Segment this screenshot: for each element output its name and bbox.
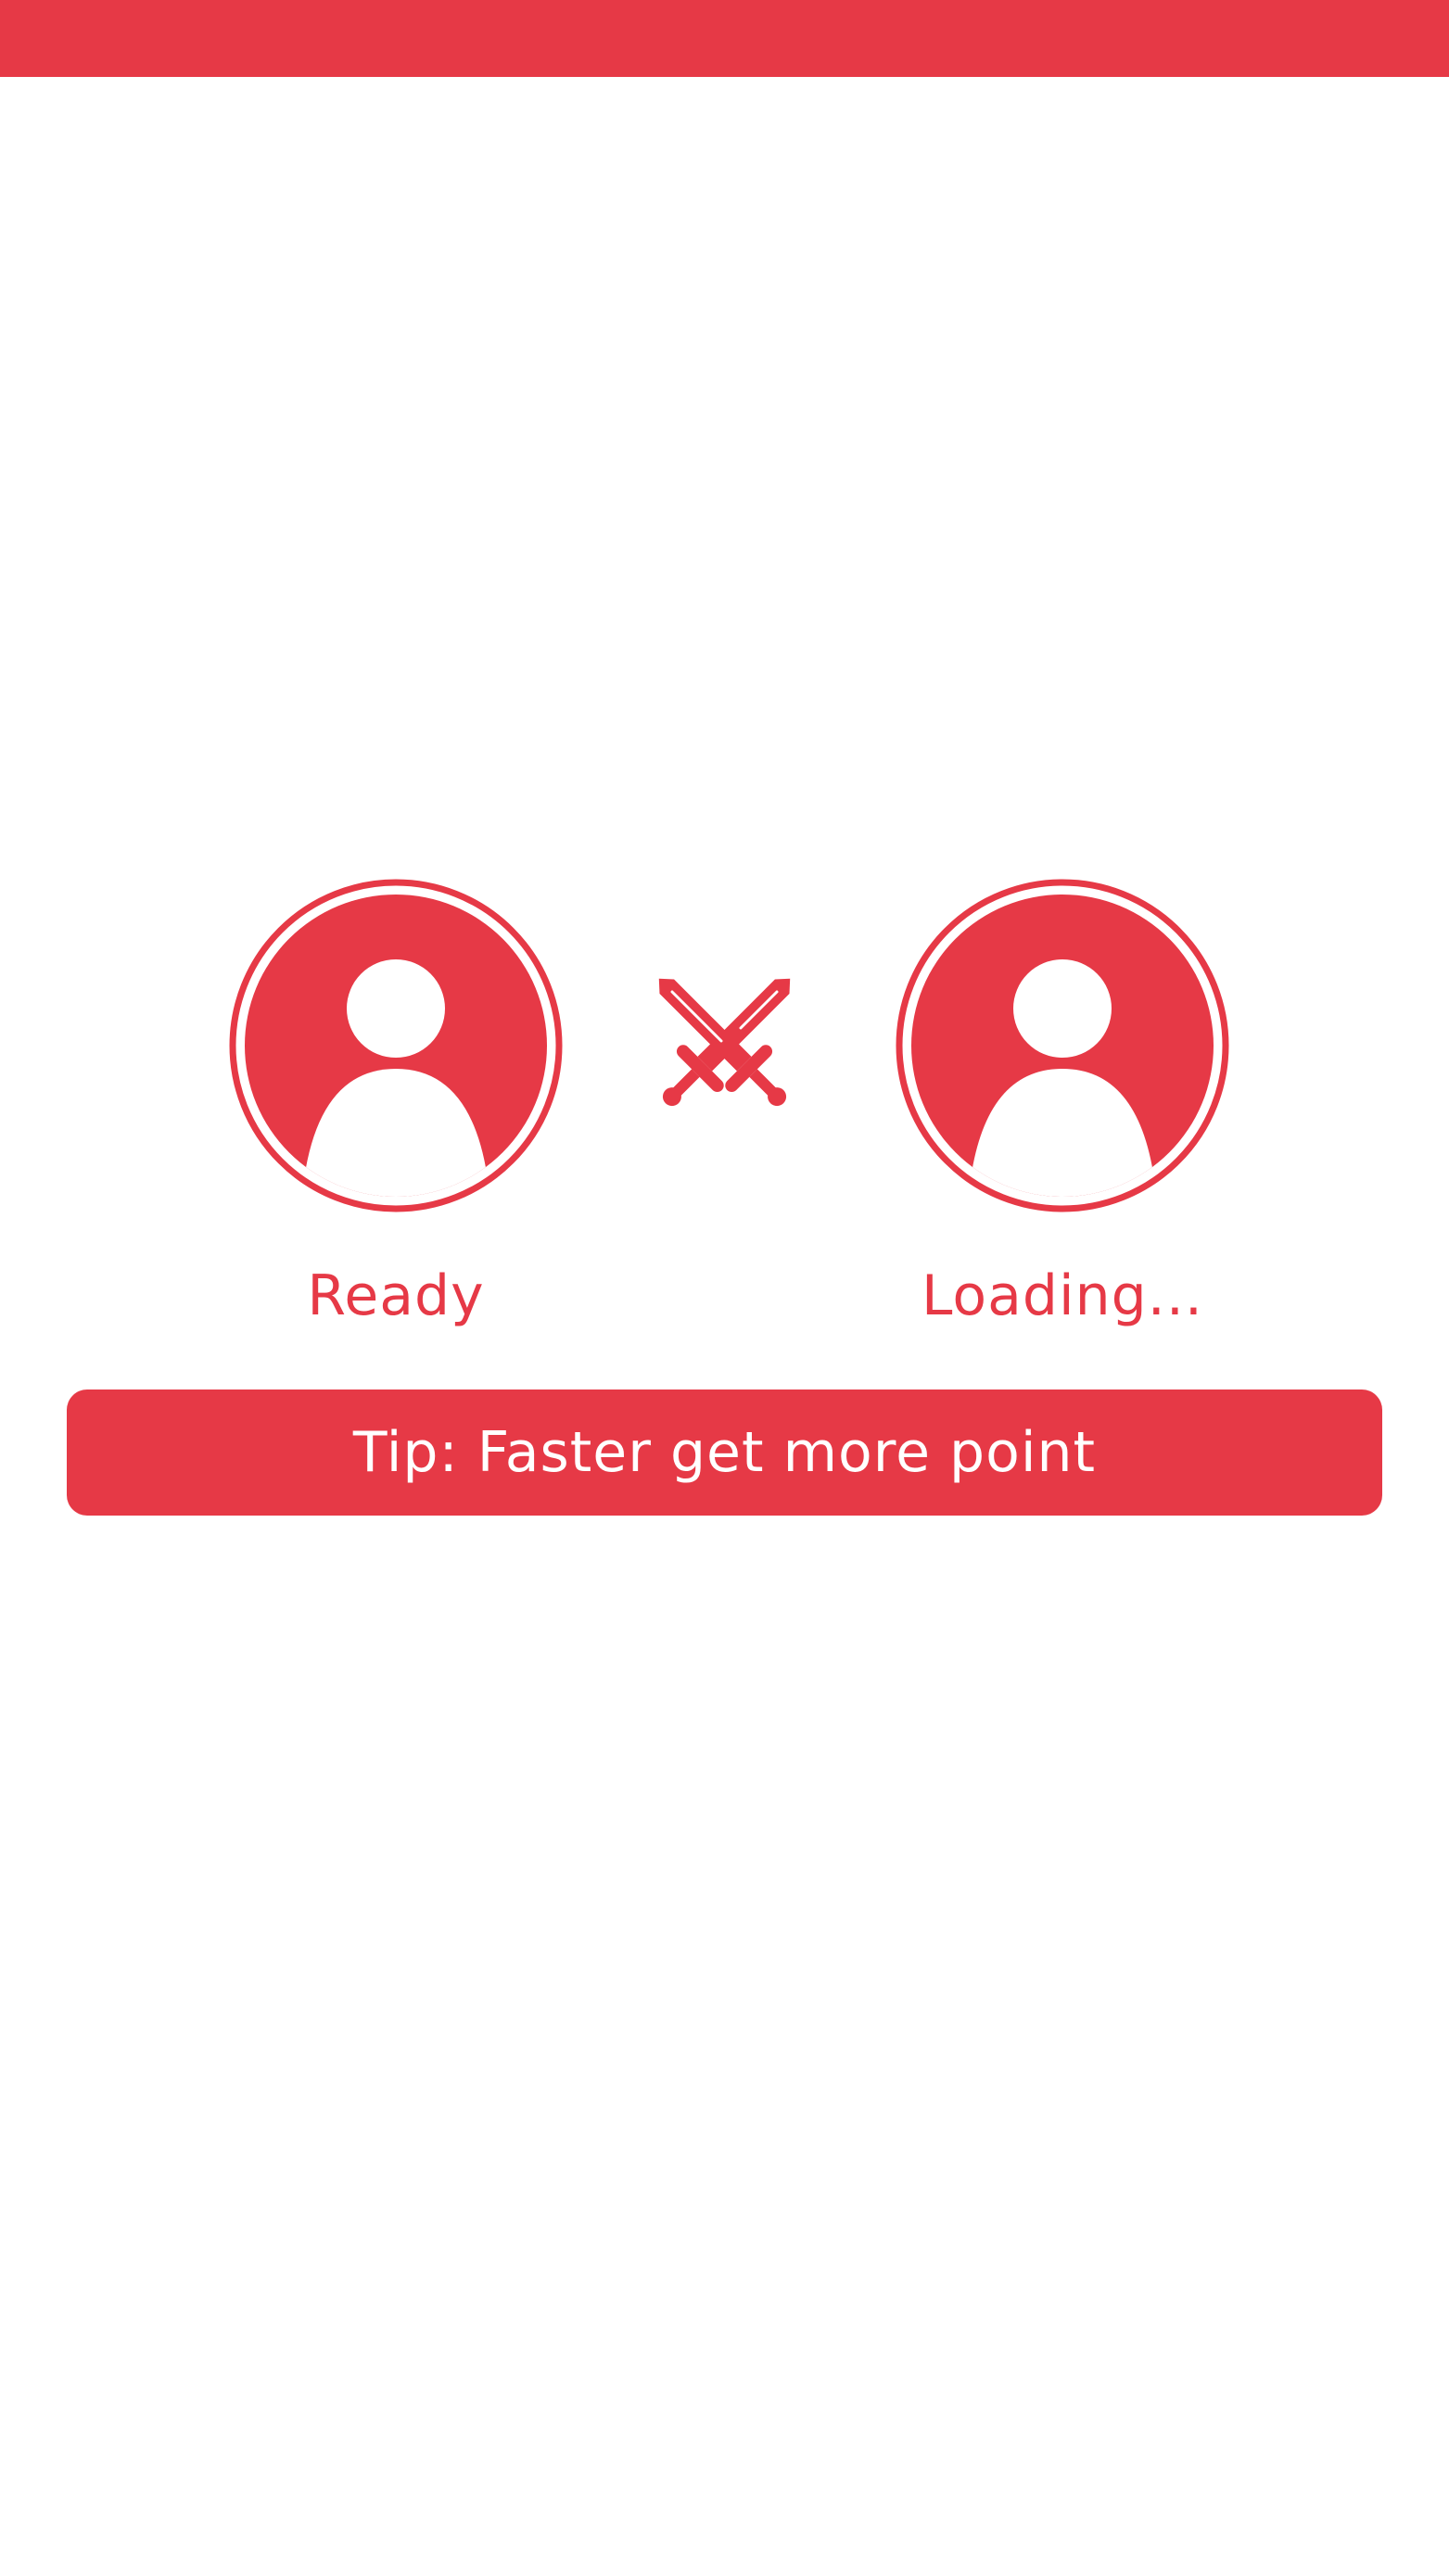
tip-banner: Tip: Faster get more point bbox=[67, 1390, 1382, 1516]
top-bar bbox=[0, 0, 1449, 77]
player-2-avatar-icon bbox=[896, 879, 1229, 1212]
crossed-swords-icon bbox=[649, 969, 800, 1120]
matchmaking-screen: Ready Loading... Tip: Faster get more po… bbox=[0, 0, 1449, 2576]
player-1-status: Ready bbox=[307, 1263, 485, 1328]
player-2-status: Loading... bbox=[922, 1263, 1203, 1328]
player-1-avatar-icon bbox=[229, 879, 563, 1212]
